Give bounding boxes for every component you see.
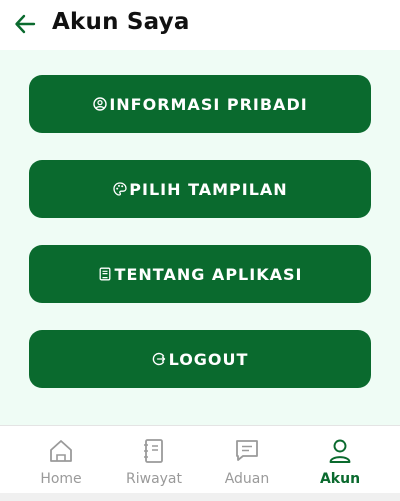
- chat-icon: [233, 437, 261, 465]
- nav-aduan[interactable]: Aduan: [197, 426, 297, 492]
- person-icon: [326, 437, 354, 465]
- about-app-label: TENTANG APLIKASI: [114, 264, 303, 284]
- nav-akun[interactable]: Akun: [290, 426, 390, 492]
- nav-riwayat-label: Riwayat: [126, 471, 182, 487]
- nav-home-label: Home: [40, 471, 82, 487]
- choose-theme-label: PILIH TAMPILAN: [129, 179, 288, 199]
- page-title: Akun Saya: [52, 9, 190, 35]
- arrow-left-icon: [14, 13, 36, 39]
- choose-theme-button[interactable]: PILIH TAMPILAN: [29, 160, 371, 218]
- back-button[interactable]: [12, 13, 38, 39]
- home-icon: [47, 437, 75, 465]
- palette-icon: [112, 182, 127, 197]
- personal-info-label: INFORMASI PRIBADI: [109, 94, 308, 114]
- nav-riwayat[interactable]: Riwayat: [104, 426, 204, 492]
- notebook-icon: [140, 437, 168, 465]
- about-app-button[interactable]: TENTANG APLIKASI: [29, 245, 371, 303]
- logout-label: LOGOUT: [168, 349, 249, 369]
- app-bar: Akun Saya: [0, 0, 400, 50]
- account-menu: INFORMASI PRIBADI PILIH TAMPILAN TENTANG…: [0, 50, 400, 425]
- user-circle-icon: [92, 97, 107, 112]
- logout-icon: [152, 352, 167, 367]
- system-gesture-bar: [0, 493, 400, 501]
- nav-home[interactable]: Home: [11, 426, 111, 492]
- nav-akun-label: Akun: [319, 471, 361, 487]
- nav-aduan-label: Aduan: [224, 471, 270, 487]
- logout-button[interactable]: LOGOUT: [29, 330, 371, 388]
- book-icon: [98, 267, 113, 282]
- bottom-navigation: Home Riwayat Aduan Akun: [0, 425, 400, 501]
- personal-info-button[interactable]: INFORMASI PRIBADI: [29, 75, 371, 133]
